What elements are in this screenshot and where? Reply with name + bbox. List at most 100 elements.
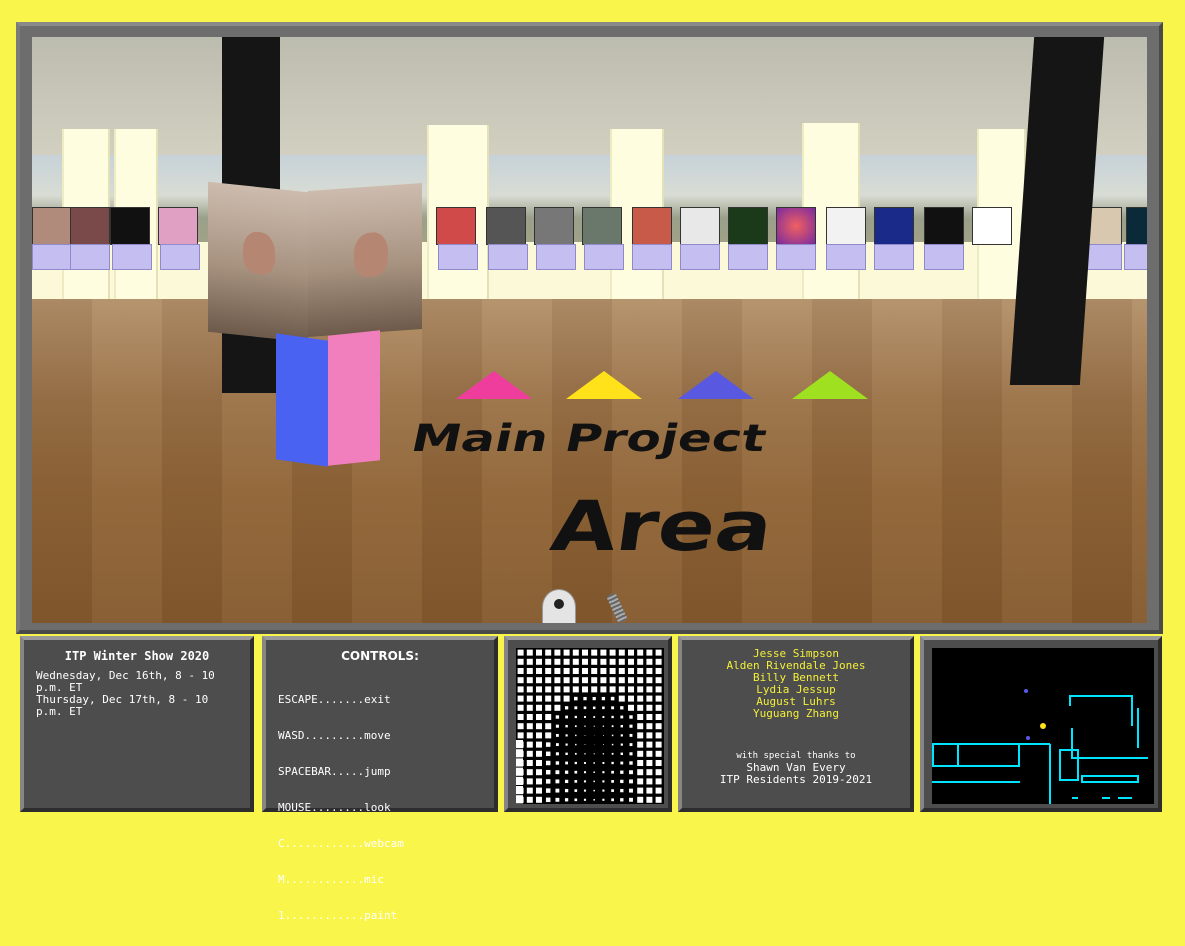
minimap[interactable] — [932, 648, 1154, 804]
visualizer-dot — [591, 668, 598, 674]
control-item: M............mic — [278, 873, 384, 886]
visualizer-dot — [618, 695, 625, 702]
visualizer-dot — [611, 789, 614, 792]
project-poster[interactable] — [486, 207, 526, 245]
3d-gallery-view[interactable]: Main Project Area — [32, 37, 1147, 623]
visualizer-dot — [602, 744, 604, 746]
visualizer-dot — [609, 686, 616, 693]
project-poster[interactable] — [874, 207, 914, 245]
visualizer-dot — [593, 744, 595, 745]
project-plaque[interactable] — [1124, 244, 1147, 270]
visualizer-dot — [637, 668, 644, 674]
visualizer-dot — [517, 732, 524, 739]
avatar-webcam-face-right[interactable] — [308, 183, 422, 337]
project-plaque[interactable] — [874, 244, 914, 270]
visualizer-dot — [545, 695, 552, 702]
visualizer-dot — [609, 658, 616, 665]
project-poster[interactable] — [1126, 207, 1147, 245]
project-plaque[interactable] — [32, 244, 72, 270]
project-poster[interactable] — [826, 207, 866, 245]
visualizer-dot — [574, 789, 578, 792]
project-plaque[interactable] — [70, 244, 110, 270]
visualizer-dot — [526, 668, 533, 674]
visualizer-dot — [526, 769, 533, 776]
project-plaque[interactable] — [160, 244, 200, 270]
visualizer-dot — [646, 704, 653, 711]
visualizer-level-bar — [516, 749, 523, 758]
project-poster[interactable] — [582, 207, 622, 245]
visualizer-level-bar — [516, 786, 523, 795]
controls-panel: CONTROLS: ESCAPE.......exit WASD........… — [262, 636, 498, 922]
control-item: 1............paint — [278, 909, 398, 922]
webcam-icon[interactable] — [542, 589, 576, 623]
project-poster[interactable] — [972, 207, 1012, 245]
visualizer-dot — [536, 686, 542, 693]
project-poster[interactable] — [436, 207, 476, 245]
visualizer-dot — [574, 706, 578, 710]
visualizer-dot — [620, 779, 624, 784]
visualizer-dot — [564, 706, 569, 710]
visualizer-dot — [629, 724, 633, 728]
project-poster[interactable] — [728, 207, 768, 245]
visualizer-dot — [646, 686, 653, 693]
project-plaque[interactable] — [632, 244, 672, 270]
visualizer-dot — [536, 741, 542, 748]
visualizer-dot — [602, 706, 605, 710]
visualizer-dot — [545, 732, 552, 739]
visualizer-dot — [611, 798, 614, 802]
visualizer-dot — [517, 649, 524, 656]
wooden-floor — [32, 299, 1147, 623]
project-poster[interactable] — [110, 207, 150, 245]
project-plaque[interactable] — [728, 244, 768, 270]
project-plaque[interactable] — [536, 244, 576, 270]
visualizer-dot — [646, 732, 653, 739]
visualizer-dot — [554, 704, 561, 711]
show-date-line: p.m. ET — [36, 705, 83, 718]
visualizer-dot — [555, 743, 559, 747]
project-plaque[interactable] — [438, 244, 478, 270]
visualizer-dot — [554, 668, 561, 674]
project-poster[interactable] — [70, 207, 110, 245]
avatar-webcam-face-left[interactable] — [208, 181, 308, 343]
project-poster[interactable] — [534, 207, 574, 245]
project-poster[interactable] — [632, 207, 672, 245]
visualizer-dot — [545, 686, 552, 693]
visualizer-dot — [602, 789, 605, 792]
project-plaque[interactable] — [488, 244, 528, 270]
visualizer-dot — [602, 734, 604, 736]
visualizer-dot — [574, 696, 578, 701]
project-plaque[interactable] — [924, 244, 964, 270]
visualizer-dot — [646, 723, 653, 730]
project-poster[interactable] — [32, 207, 72, 245]
project-plaque[interactable] — [826, 244, 866, 270]
visualizer-dot — [536, 732, 542, 739]
project-poster[interactable] — [776, 207, 816, 245]
visualizer-dot — [526, 704, 533, 711]
visualizer-dot — [555, 752, 559, 756]
controls-title: CONTROLS: — [341, 649, 419, 663]
visualizer-dot — [629, 779, 633, 784]
project-plaque[interactable] — [584, 244, 624, 270]
project-poster[interactable] — [924, 207, 964, 245]
visualizer-dot — [555, 724, 559, 728]
visualizer-dot — [575, 743, 577, 746]
visualizer-dot — [620, 770, 624, 774]
visualizer-dot — [591, 649, 598, 656]
project-poster[interactable] — [158, 207, 198, 245]
visualizer-dot — [545, 760, 551, 766]
visualizer-dot — [584, 753, 586, 755]
avatar-body-right — [328, 330, 380, 466]
visualizer-dot — [563, 677, 570, 684]
visualizer-dot — [637, 778, 644, 785]
project-plaque[interactable] — [776, 244, 816, 270]
project-plaque[interactable] — [112, 244, 152, 270]
visualizer-dot — [554, 695, 561, 702]
visualizer-dot — [574, 725, 577, 728]
visualizer-dot — [600, 677, 607, 684]
visualizer-dot — [563, 686, 570, 693]
visualizer-dot — [583, 771, 587, 774]
visualizer-dot — [611, 770, 614, 774]
project-plaque[interactable] — [680, 244, 720, 270]
project-poster[interactable] — [680, 207, 720, 245]
visualizer-dot — [536, 750, 542, 757]
